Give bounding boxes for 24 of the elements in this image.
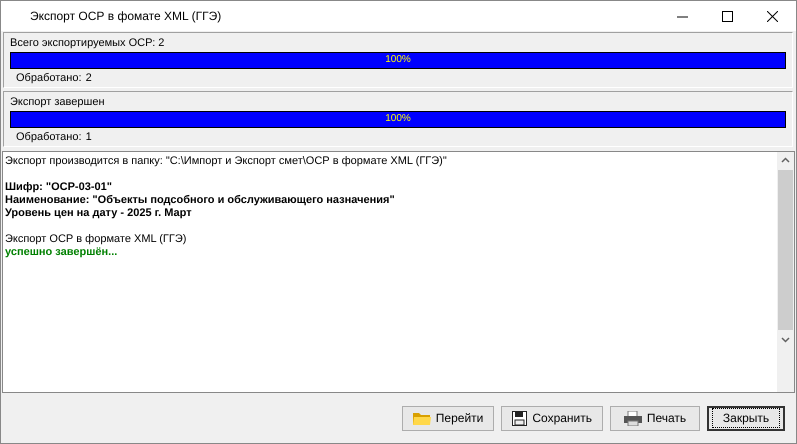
- scrollbar[interactable]: [777, 152, 794, 392]
- dialog-button[interactable]: Перейти: [402, 406, 494, 430]
- log-line: Уровень цен на дату - 2025 г. Март: [5, 207, 193, 220]
- progress-caption: Всего экспортируемых ОСР: 2: [10, 37, 166, 49]
- progress-percent: 100%: [384, 113, 412, 124]
- log-line: Экспорт производится в папку: "C:\Импорт и Экспорт смет\ОСР в формате XML (ГГЭ)": [5, 155, 448, 168]
- log-line: Шифр: "ОСР-03-01": [5, 181, 113, 194]
- processed-count: 1: [86, 131, 92, 143]
- printer-icon: [624, 410, 642, 426]
- dialog-button[interactable]: Закрыть: [707, 406, 785, 430]
- processed-count: 2: [86, 72, 92, 84]
- log-line: Экспорт ОСР в формате XML (ГГЭ): [5, 233, 188, 246]
- progress-caption: Экспорт завершен: [10, 96, 106, 108]
- dialog-button[interactable]: Печать: [610, 406, 700, 430]
- close-icon[interactable]: [767, 10, 778, 22]
- log-line: успешно завершён...: [5, 246, 118, 259]
- log-line: Наименование: "Объекты подсобного и обслуживающего назначения": [5, 194, 396, 207]
- processed-label: Обработано:: [16, 72, 82, 84]
- folder-icon: [412, 410, 431, 426]
- processed-label: Обработано:: [16, 131, 82, 143]
- progress-percent: 100%: [384, 54, 412, 65]
- maximize-icon[interactable]: [722, 10, 733, 22]
- dialog-button[interactable]: Сохранить: [501, 406, 603, 430]
- window-title: Экспорт ОСР в фомате XML (ГГЭ): [30, 9, 222, 23]
